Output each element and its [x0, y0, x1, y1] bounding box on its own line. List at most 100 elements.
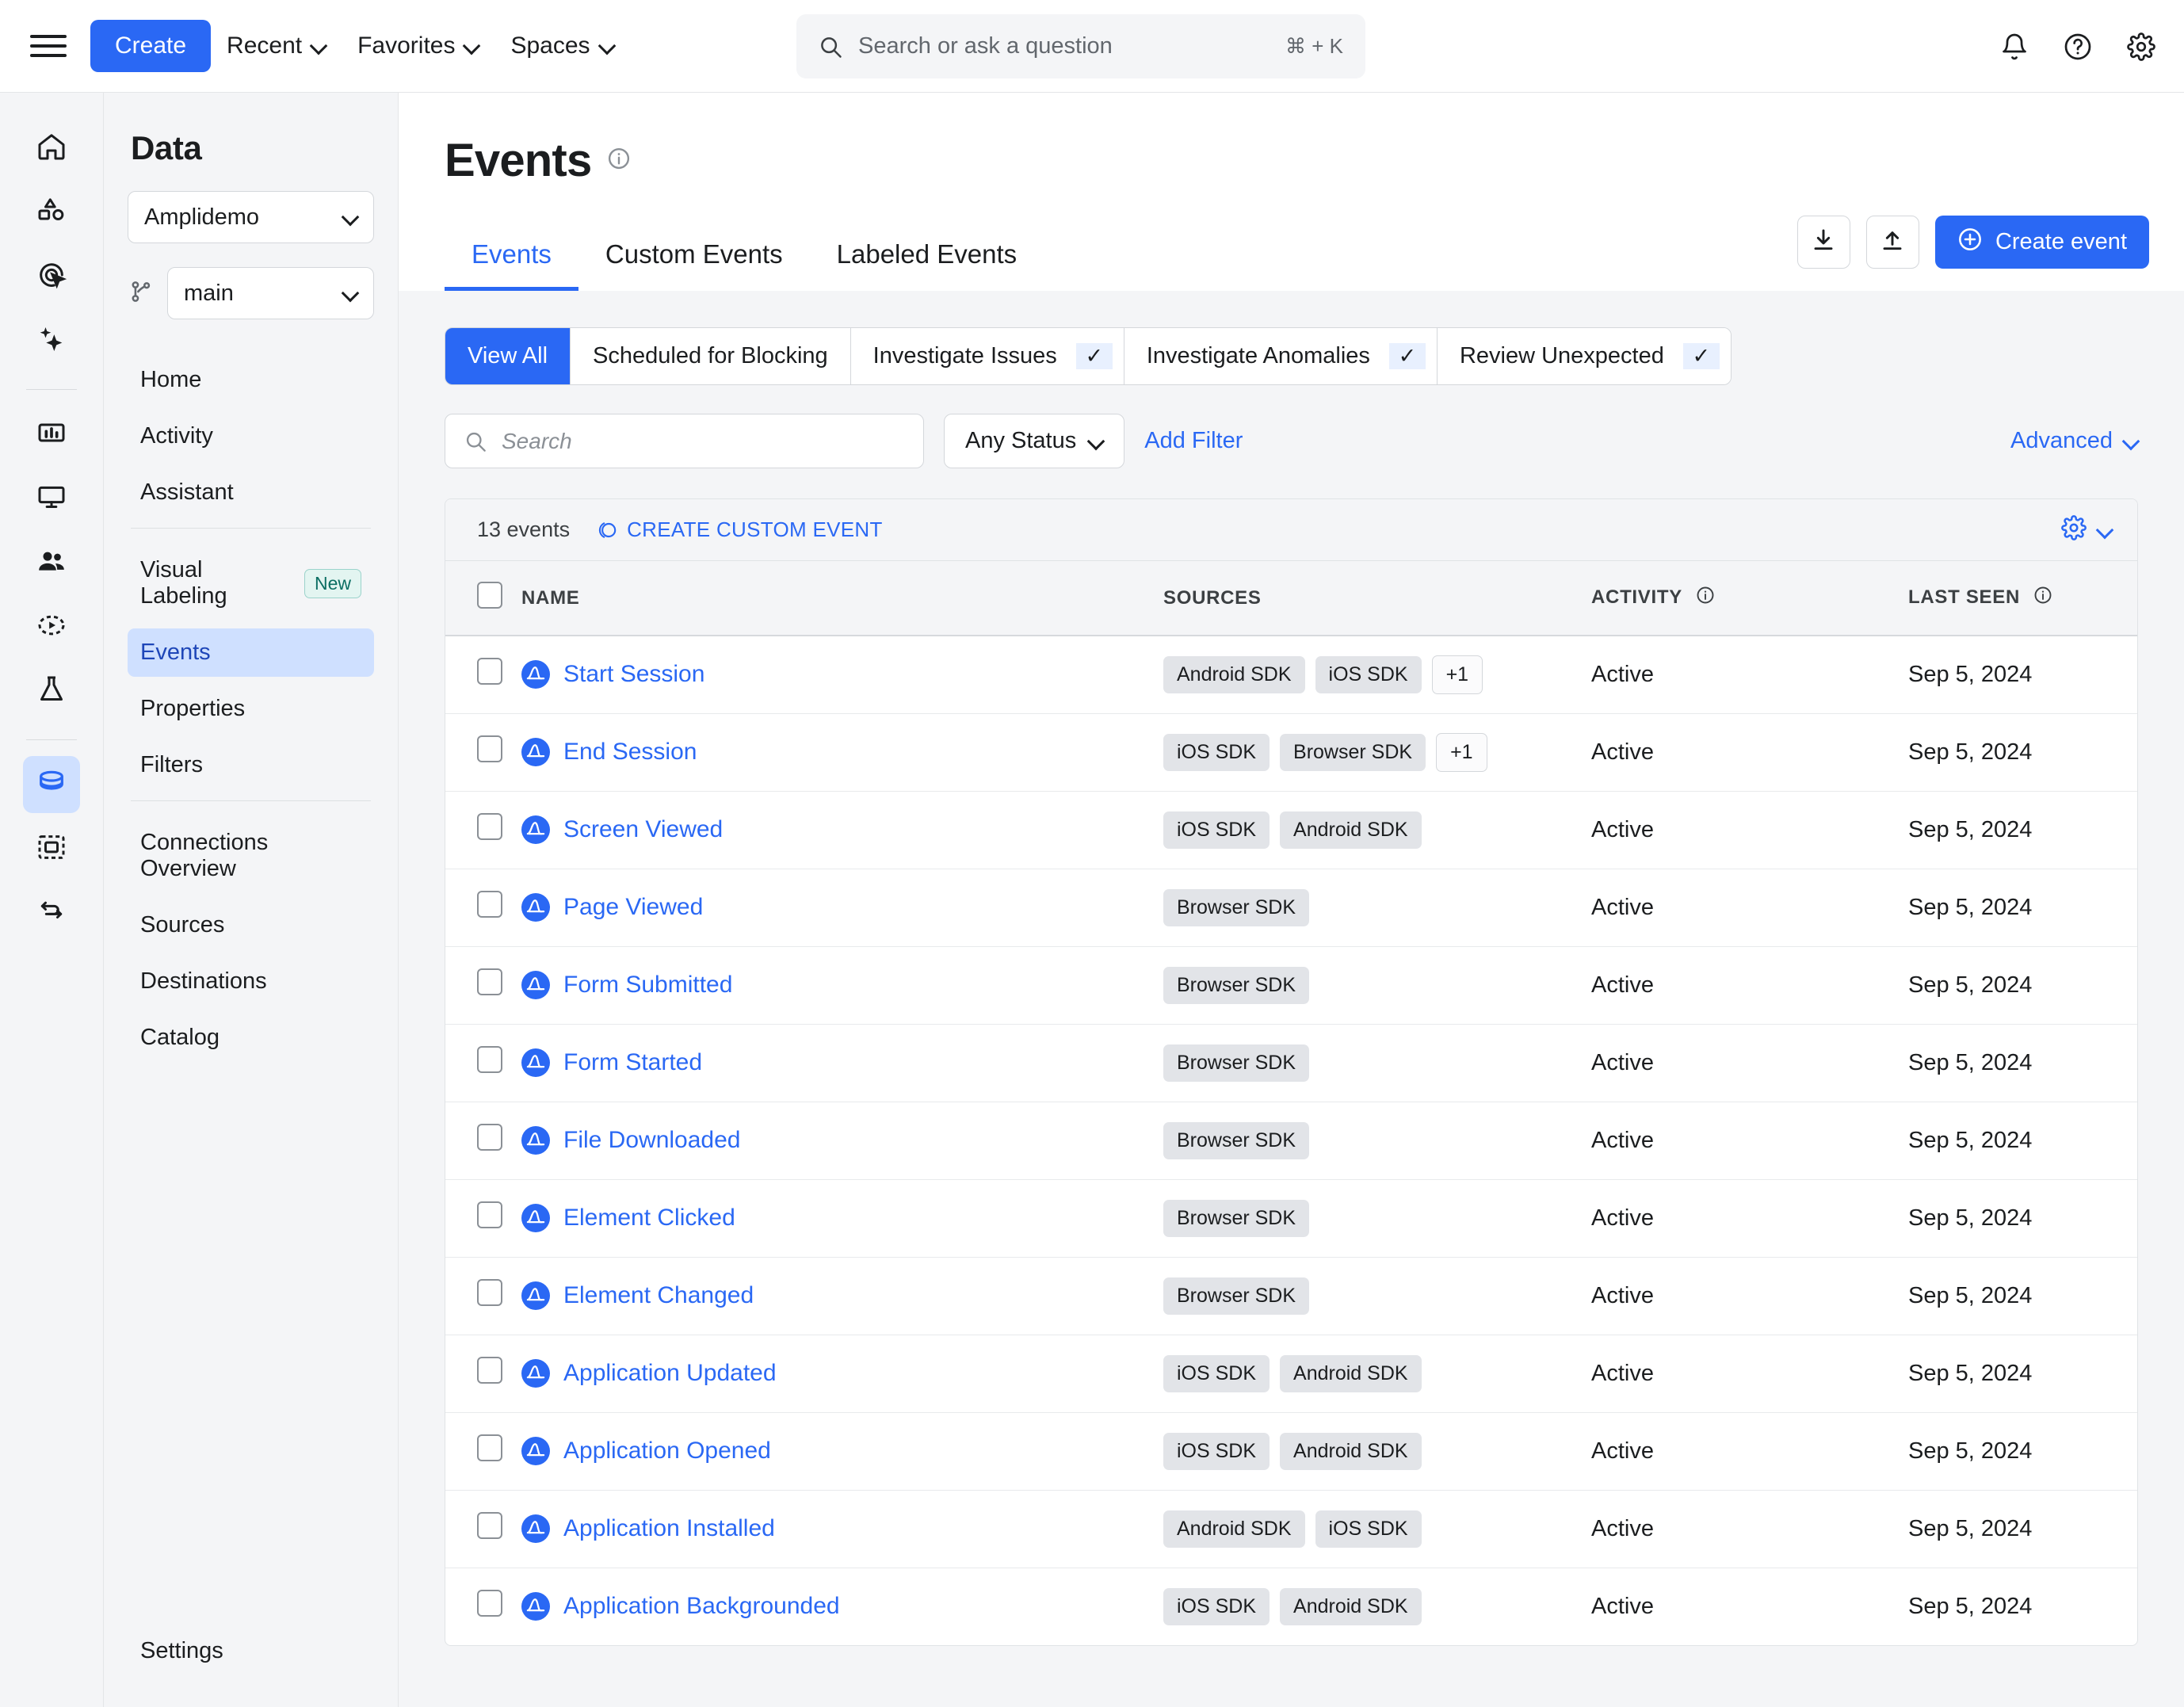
table-row[interactable]: Application Updated iOS SDK Android SDK Act…	[445, 1335, 2137, 1413]
row-checkbox[interactable]	[477, 1434, 502, 1461]
rail-item-data[interactable]	[23, 756, 80, 813]
add-filter-link[interactable]: Add Filter	[1144, 428, 1243, 454]
create-event-button[interactable]: Create event	[1934, 216, 2149, 269]
nav-recent[interactable]: Recent	[211, 25, 342, 67]
row-checkbox[interactable]	[477, 813, 502, 840]
upload-button[interactable]	[1865, 216, 1919, 269]
column-header-sources[interactable]: SOURCES	[1163, 561, 1591, 636]
sidebar-item-filters[interactable]: Filters	[128, 741, 374, 789]
row-checkbox[interactable]	[477, 1357, 502, 1384]
column-header-name[interactable]: NAME	[521, 561, 1163, 636]
advanced-toggle[interactable]: Advanced	[2010, 428, 2138, 454]
table-settings-button[interactable]	[2061, 515, 2112, 544]
tab-events[interactable]: Events	[445, 228, 578, 291]
event-name-link[interactable]: Application Updated	[563, 1360, 777, 1387]
project-select[interactable]: Amplidemo	[128, 191, 374, 243]
row-checkbox[interactable]	[477, 1124, 502, 1151]
segment-investigate-issues[interactable]: Investigate Issues ✓	[850, 328, 1124, 384]
event-name-link[interactable]: File Downloaded	[563, 1127, 740, 1154]
sidebar-item-properties[interactable]: Properties	[128, 685, 374, 733]
sidebar-item-visual-labeling[interactable]: Visual Labeling New	[128, 546, 374, 621]
rail-item-analytics[interactable]	[23, 406, 80, 463]
event-name-link[interactable]: Form Submitted	[563, 972, 732, 999]
table-row[interactable]: Application Backgrounded iOS SDK Android S…	[445, 1568, 2137, 1645]
sidebar-item-destinations[interactable]: Destinations	[128, 957, 374, 1006]
table-row[interactable]: Application Opened iOS SDK Android SDK Acti…	[445, 1412, 2137, 1491]
help-icon[interactable]	[2064, 32, 2092, 61]
column-header-last-seen[interactable]: LAST SEEN	[1908, 561, 2137, 636]
segment-view-all[interactable]: View All	[445, 328, 571, 384]
row-checkbox[interactable]	[477, 1590, 502, 1617]
column-header-activity[interactable]: ACTIVITY	[1591, 561, 1908, 636]
info-icon[interactable]	[1696, 586, 1715, 610]
table-row[interactable]: Start Session Android SDK iOS SDK +1 Active S…	[445, 636, 2137, 714]
create-button[interactable]: Create	[90, 20, 212, 72]
nav-spaces[interactable]: Spaces	[494, 25, 629, 67]
rail-item-session-replay[interactable]	[23, 598, 80, 655]
table-row[interactable]: File Downloaded Browser SDK Active Sep 5, 2…	[445, 1102, 2137, 1180]
status-filter-dropdown[interactable]: Any Status	[944, 414, 1125, 468]
event-name-link[interactable]: Start Session	[563, 661, 704, 688]
segment-scheduled-for-blocking[interactable]: Scheduled for Blocking	[571, 328, 851, 384]
event-name-link[interactable]: Form Started	[563, 1049, 702, 1076]
table-row[interactable]: Element Changed Browser SDK Active Sep 5, 2…	[445, 1257, 2137, 1335]
rail-item-shapes[interactable]	[23, 184, 80, 241]
nav-favorites[interactable]: Favorites	[342, 25, 494, 67]
row-checkbox[interactable]	[477, 1046, 502, 1073]
branch-select[interactable]: main	[167, 267, 374, 319]
rail-item-audiences[interactable]	[23, 534, 80, 591]
event-name-link[interactable]: Page Viewed	[563, 894, 703, 921]
tab-custom-events[interactable]: Custom Events	[578, 228, 810, 291]
row-checkbox[interactable]	[477, 891, 502, 918]
sidebar-item-events[interactable]: Events	[128, 628, 374, 677]
global-search-input[interactable]: Search or ask a question ⌘ + K	[796, 14, 1365, 78]
table-row[interactable]: Application Installed Android SDK iOS SDK A…	[445, 1490, 2137, 1568]
event-name-link[interactable]: Element Changed	[563, 1282, 754, 1309]
create-custom-event-link[interactable]: CREATE CUSTOM EVENT	[597, 517, 883, 542]
event-name-link[interactable]: End Session	[563, 739, 697, 766]
row-checkbox[interactable]	[477, 968, 502, 995]
sidebar-item-home[interactable]: Home	[128, 356, 374, 404]
tab-labeled-events[interactable]: Labeled Events	[810, 228, 1044, 291]
source-overflow-tag[interactable]: +1	[1436, 732, 1487, 772]
table-row[interactable]: End Session iOS SDK Browser SDK +1 Active Sep…	[445, 713, 2137, 792]
rail-item-guides-surveys[interactable]	[23, 820, 80, 877]
event-name-link[interactable]: Screen Viewed	[563, 816, 723, 843]
segment-investigate-anomalies[interactable]: Investigate Anomalies ✓	[1124, 328, 1438, 384]
row-checkbox[interactable]	[477, 735, 502, 762]
source-overflow-tag[interactable]: +1	[1431, 655, 1483, 694]
segment-review-unexpected[interactable]: Review Unexpected ✓	[1437, 328, 1731, 384]
rail-item-dashboards[interactable]	[23, 470, 80, 527]
sidebar-item-connections-overview[interactable]: Connections Overview	[128, 819, 374, 893]
select-all-checkbox[interactable]	[477, 582, 502, 609]
settings-gear-icon[interactable]	[2127, 32, 2155, 61]
event-name-link[interactable]: Element Clicked	[563, 1205, 735, 1232]
row-checkbox[interactable]	[477, 1279, 502, 1306]
rail-item-experiment[interactable]	[23, 663, 80, 720]
table-row[interactable]: Screen Viewed iOS SDK Android SDK Active Sep…	[445, 791, 2137, 869]
info-icon[interactable]	[2033, 586, 2052, 610]
events-search-input[interactable]: Search	[445, 414, 924, 468]
event-name-link[interactable]: Application Backgrounded	[563, 1593, 840, 1620]
row-checkbox[interactable]	[477, 1512, 502, 1539]
table-row[interactable]: Form Submitted Browser SDK Active Sep 5, 20…	[445, 946, 2137, 1025]
sidebar-item-activity[interactable]: Activity	[128, 412, 374, 460]
sidebar-item-catalog[interactable]: Catalog	[128, 1014, 374, 1062]
rail-item-home[interactable]	[23, 120, 80, 177]
download-button[interactable]	[1796, 216, 1850, 269]
sidebar-item-settings[interactable]: Settings	[128, 1627, 374, 1675]
table-row[interactable]: Page Viewed Browser SDK Active Sep 5, 2024	[445, 869, 2137, 947]
event-name-link[interactable]: Application Opened	[563, 1438, 771, 1465]
info-icon[interactable]	[607, 147, 631, 174]
table-row[interactable]: Form Started Browser SDK Active Sep 5, 2024	[445, 1024, 2137, 1102]
hamburger-menu-icon[interactable]	[30, 28, 67, 64]
rail-item-target-click[interactable]	[23, 248, 80, 305]
sidebar-item-sources[interactable]: Sources	[128, 901, 374, 949]
rail-item-flow[interactable]	[23, 884, 80, 941]
sidebar-item-assistant[interactable]: Assistant	[128, 468, 374, 517]
rail-item-ai-sparkles[interactable]	[23, 312, 80, 369]
row-checkbox[interactable]	[477, 658, 502, 685]
bell-icon[interactable]	[2000, 32, 2029, 61]
event-name-link[interactable]: Application Installed	[563, 1515, 775, 1542]
table-row[interactable]: Element Clicked Browser SDK Active Sep 5, 2…	[445, 1179, 2137, 1258]
